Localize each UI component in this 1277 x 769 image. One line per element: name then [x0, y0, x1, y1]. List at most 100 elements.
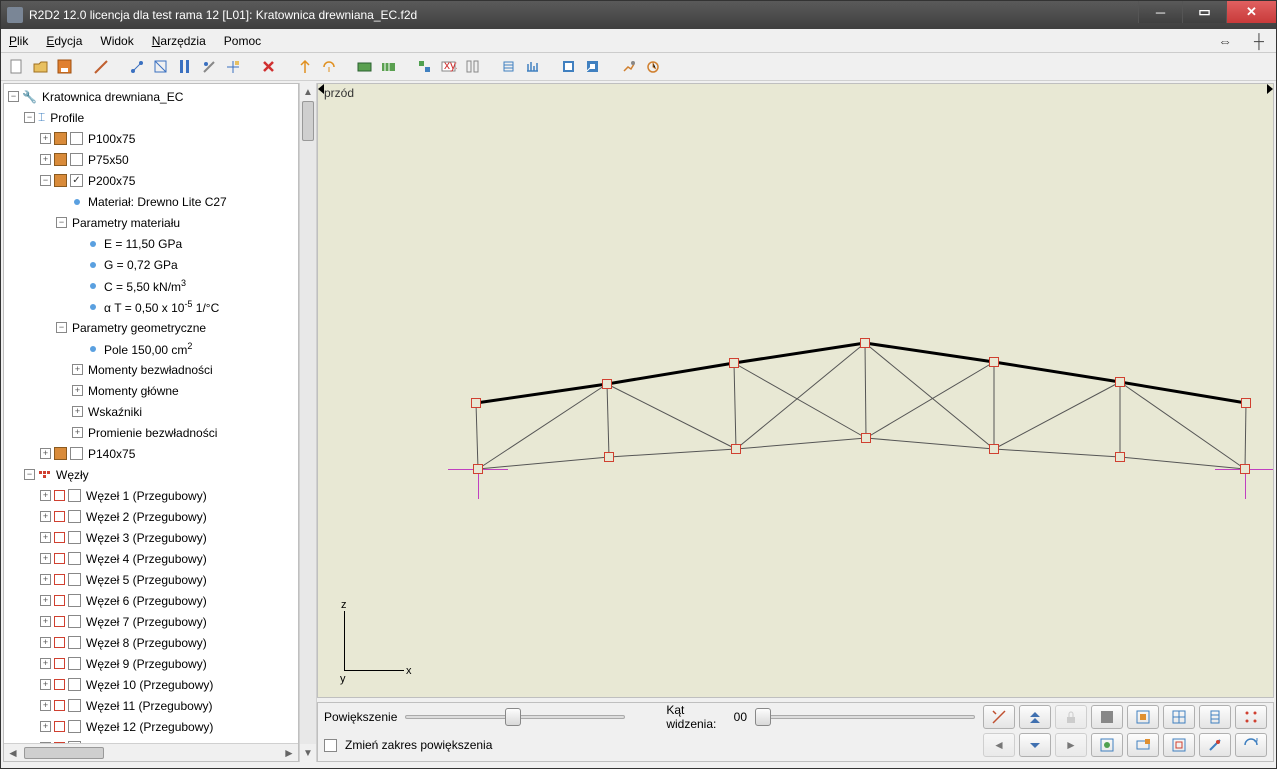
tree-node-item[interactable]: Węzeł 5 (Przegubowy) [84, 573, 207, 587]
tb-tool-15[interactable] [523, 57, 543, 77]
tree-project[interactable]: Kratownica drewniana_EC [40, 90, 183, 104]
tree-node-item[interactable]: Węzeł 2 (Przegubowy) [84, 510, 207, 524]
panel-btn-13[interactable] [1235, 733, 1267, 757]
tree-node-item[interactable]: Węzeł 7 (Przegubowy) [84, 615, 207, 629]
expand-icon[interactable]: − [56, 217, 67, 228]
checkbox[interactable] [68, 489, 81, 502]
truss-node[interactable] [861, 433, 871, 443]
expand-icon[interactable]: + [40, 595, 51, 606]
tb-tool-9[interactable] [355, 57, 375, 77]
checkbox[interactable] [68, 657, 81, 670]
expand-icon[interactable]: + [40, 490, 51, 501]
checkbox[interactable] [68, 552, 81, 565]
panel-btn-9[interactable] [1091, 733, 1123, 757]
tree-item[interactable]: P200x75 [86, 174, 135, 188]
tree-promienie[interactable]: Promienie bezwładności [86, 426, 217, 440]
scroll-right-icon[interactable]: ► [280, 746, 298, 760]
menu-widok[interactable]: Widok [100, 34, 133, 48]
checkbox[interactable] [68, 531, 81, 544]
panel-btn-5[interactable] [1127, 705, 1159, 729]
menu-plik[interactable]: Plik [9, 34, 28, 48]
checkbox[interactable] [70, 153, 83, 166]
checkbox[interactable] [68, 720, 81, 733]
panel-btn-10[interactable] [1127, 733, 1159, 757]
checkbox[interactable] [70, 174, 83, 187]
expand-icon[interactable]: + [40, 532, 51, 543]
tb-tool-11[interactable] [415, 57, 435, 77]
tree-node-item[interactable]: Węzeł 3 (Przegubowy) [84, 531, 207, 545]
minimize-button[interactable]: ─ [1138, 1, 1182, 23]
zoom-slider[interactable] [405, 707, 625, 727]
expand-icon[interactable]: + [72, 385, 83, 396]
tree-node-item[interactable]: Węzeł 6 (Przegubowy) [84, 594, 207, 608]
truss-node[interactable] [989, 357, 999, 367]
viewport[interactable]: przód z x y [317, 83, 1274, 698]
truss-node[interactable] [473, 464, 483, 474]
scroll-left-icon[interactable]: ◄ [4, 746, 22, 760]
scroll-down-icon[interactable]: ▼ [300, 744, 316, 762]
tb-tool-13[interactable] [463, 57, 483, 77]
tb-tool-1[interactable] [91, 57, 111, 77]
expand-icon[interactable]: + [40, 154, 51, 165]
truss-node[interactable] [989, 444, 999, 454]
panel-btn-right[interactable]: ► [1055, 733, 1087, 757]
panel-btn-12[interactable] [1199, 733, 1231, 757]
panel-btn-up[interactable] [1019, 705, 1051, 729]
expand-icon[interactable]: − [56, 322, 67, 333]
tb-tool-5[interactable] [199, 57, 219, 77]
checkbox[interactable] [68, 510, 81, 523]
expand-icon[interactable]: + [40, 448, 51, 459]
tb-delete[interactable] [259, 57, 279, 77]
panel-btn-7[interactable] [1199, 705, 1231, 729]
tb-tool-4[interactable] [175, 57, 195, 77]
expand-icon[interactable]: + [40, 700, 51, 711]
tree-item[interactable]: P75x50 [86, 153, 129, 167]
expand-icon[interactable]: + [72, 364, 83, 375]
tb-tool-18[interactable] [619, 57, 639, 77]
expand-icon[interactable]: − [8, 91, 19, 102]
truss-node[interactable] [1115, 377, 1125, 387]
tb-save[interactable] [55, 57, 75, 77]
angle-slider[interactable] [755, 707, 975, 727]
expand-icon[interactable]: + [40, 511, 51, 522]
menubar-util-2[interactable]: ┼ [1250, 33, 1268, 49]
truss-node[interactable] [1240, 464, 1250, 474]
tb-tool-12[interactable]: xyz [439, 57, 459, 77]
checkbox[interactable] [68, 678, 81, 691]
checkbox[interactable] [68, 699, 81, 712]
tree-item[interactable]: P100x75 [86, 132, 135, 146]
panel-btn-left[interactable]: ◄ [983, 733, 1015, 757]
scroll-thumb[interactable] [24, 747, 104, 759]
tree-node-item[interactable]: Węzeł 12 (Przegubowy) [84, 720, 213, 734]
tb-tool-8[interactable] [319, 57, 339, 77]
checkbox[interactable] [70, 132, 83, 145]
menu-edycja[interactable]: Edycja [46, 34, 82, 48]
menu-pomoc[interactable]: Pomoc [224, 34, 261, 48]
tree-node-item[interactable]: Węzeł 8 (Przegubowy) [84, 636, 207, 650]
panel-btn-11[interactable] [1163, 733, 1195, 757]
expand-icon[interactable]: + [40, 553, 51, 564]
zoom-range-checkbox[interactable] [324, 739, 337, 752]
truss-node[interactable] [602, 379, 612, 389]
tree-hscroll[interactable]: ◄ ► [4, 743, 298, 761]
tb-tool-16[interactable] [559, 57, 579, 77]
expand-icon[interactable]: − [24, 112, 35, 123]
expand-icon[interactable]: + [40, 679, 51, 690]
truss-node[interactable] [604, 452, 614, 462]
tree-node-item[interactable]: Węzeł 10 (Przegubowy) [84, 678, 213, 692]
menu-narzedzia[interactable]: Narzędzia [152, 34, 206, 48]
checkbox[interactable] [68, 573, 81, 586]
checkbox[interactable] [68, 594, 81, 607]
panel-btn-1[interactable] [983, 705, 1015, 729]
tree-momenty-gl[interactable]: Momenty główne [86, 384, 179, 398]
panel-btn-6[interactable] [1163, 705, 1195, 729]
tb-tool-7[interactable] [295, 57, 315, 77]
truss-node[interactable] [1241, 398, 1251, 408]
scroll-up-icon[interactable]: ▲ [300, 83, 316, 101]
tree-material[interactable]: Materiał: Drewno Lite C27 [86, 195, 227, 209]
tb-tool-3[interactable] [151, 57, 171, 77]
truss-node[interactable] [731, 444, 741, 454]
tree-param-geom[interactable]: Parametry geometryczne [70, 321, 206, 335]
expand-icon[interactable]: + [40, 658, 51, 669]
checkbox[interactable] [68, 615, 81, 628]
